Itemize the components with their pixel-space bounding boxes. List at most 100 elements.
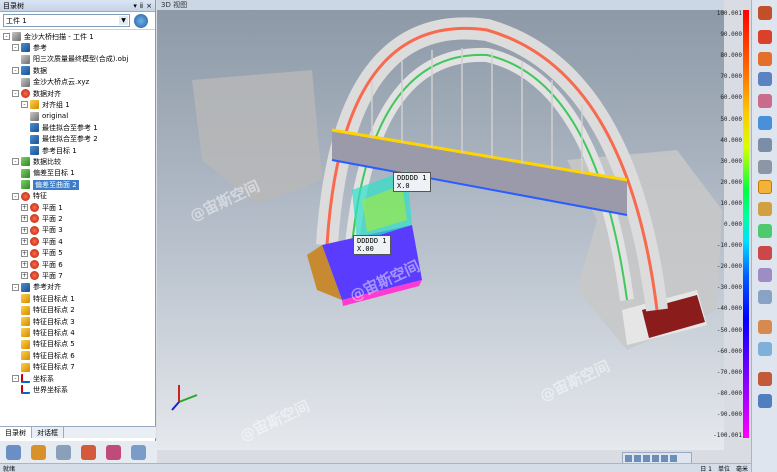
- tree-item[interactable]: - 数据: [12, 65, 47, 76]
- part-select[interactable]: 工件 1 ▼: [3, 14, 130, 27]
- tree-item[interactable]: original: [30, 111, 68, 122]
- collapse-icon[interactable]: -: [12, 375, 19, 382]
- collapse-icon[interactable]: -: [12, 158, 19, 166]
- tree-item[interactable]: 特征目标点 1: [21, 293, 75, 304]
- tree-item[interactable]: 特征目标点 7: [21, 362, 75, 373]
- 3d-canvas[interactable]: DDDDD 1 X.0 DDDDD 1 X.00 @宙斯空间 @宙斯空间 @宙斯…: [157, 10, 724, 450]
- scale-tick-label: 10.000: [720, 199, 742, 207]
- tree-item[interactable]: + 平面 1: [21, 202, 63, 213]
- tree-item[interactable]: + 平面 2: [21, 213, 63, 224]
- tree-item[interactable]: 特征目标点 4: [21, 327, 75, 338]
- measure-icon[interactable]: [758, 30, 772, 44]
- select-icon[interactable]: [6, 444, 21, 460]
- tree-item[interactable]: 特征目标点 3: [21, 316, 75, 327]
- tree-item[interactable]: 偏差至曲面 2: [21, 179, 79, 190]
- expand-icon[interactable]: +: [21, 226, 28, 234]
- tree-item[interactable]: + 平面 3: [21, 225, 63, 236]
- pin-icon[interactable]: ▾: [133, 2, 137, 10]
- view-top-icon[interactable]: [634, 454, 641, 462]
- collapse-icon[interactable]: -: [12, 90, 19, 97]
- collapse-icon[interactable]: -: [12, 283, 19, 291]
- expand-icon[interactable]: +: [21, 261, 28, 268]
- expand-icon[interactable]: +: [21, 272, 28, 280]
- probe-icon[interactable]: [758, 268, 772, 282]
- tree-node-icon: [21, 282, 30, 292]
- expand-icon[interactable]: +: [21, 215, 28, 223]
- expand-icon[interactable]: +: [21, 204, 28, 211]
- report-icon[interactable]: [758, 160, 772, 174]
- expand-icon[interactable]: +: [21, 249, 28, 257]
- tree-item[interactable]: 阳三次质量最终模型(合成).obj: [21, 54, 128, 65]
- expand-icon[interactable]: +: [21, 238, 28, 246]
- scale-tick-label: 60.000: [720, 94, 742, 102]
- bar-chart-icon[interactable]: [758, 202, 772, 216]
- dock-icon[interactable]: ⅱ: [140, 2, 143, 10]
- status-unit: 毫米: [735, 465, 748, 472]
- tree-item[interactable]: 偏差至目标 1: [21, 168, 75, 179]
- view-front-icon[interactable]: [625, 454, 632, 462]
- tool-a-icon[interactable]: [81, 444, 96, 460]
- tree-item[interactable]: + 平面 6: [21, 259, 63, 270]
- scale-icon[interactable]: [758, 290, 772, 304]
- view-iso-icon[interactable]: [652, 454, 659, 462]
- paint-icon[interactable]: [31, 444, 46, 460]
- gradient-icon[interactable]: [758, 224, 772, 238]
- zoom-fit-icon[interactable]: [661, 454, 668, 462]
- view-side-icon[interactable]: [643, 454, 650, 462]
- tree-item[interactable]: - 数据对齐: [12, 88, 61, 99]
- section-icon[interactable]: [758, 116, 772, 130]
- tree-item[interactable]: 金沙大桥点云.xyz: [21, 77, 89, 88]
- tree-item[interactable]: - 坐标系: [12, 373, 54, 384]
- tree-item-label: 平面 3: [42, 226, 63, 235]
- color-map-icon[interactable]: [758, 180, 772, 194]
- tree-item[interactable]: 最佳拟合至参考 1: [30, 122, 98, 133]
- tree-item[interactable]: - 参考: [12, 42, 47, 53]
- tree-item[interactable]: 最佳拟合至参考 2: [30, 134, 98, 145]
- tool-c-icon[interactable]: [131, 444, 146, 460]
- close-icon[interactable]: ×: [146, 2, 152, 10]
- view-icon[interactable]: [758, 342, 772, 356]
- globe-icon[interactable]: [134, 13, 148, 28]
- model-tree-panel: 目录树 ▾ ⅱ × 工件 1 ▼ - 金沙大桥扫描 - 工件 1- 参考 阳三次质量最…: [0, 0, 156, 441]
- filter-icon[interactable]: [56, 444, 71, 460]
- point-icon[interactable]: [758, 246, 772, 260]
- tree-item-label: 偏差至曲面 2: [33, 179, 79, 190]
- tree-item[interactable]: 特征目标点 6: [21, 350, 75, 361]
- tree-item[interactable]: - 特征: [12, 191, 47, 202]
- annotate-icon[interactable]: [758, 138, 772, 152]
- collapse-icon[interactable]: -: [21, 101, 28, 109]
- tool-b-icon[interactable]: [106, 444, 121, 460]
- export-icon[interactable]: [758, 394, 772, 408]
- tree-item-label: 特征目标点 3: [33, 317, 75, 326]
- collapse-icon[interactable]: -: [12, 44, 19, 52]
- capture-icon[interactable]: [758, 372, 772, 386]
- tree-item[interactable]: - 金沙大桥扫描 - 工件 1: [3, 31, 94, 42]
- chevron-down-icon[interactable]: ▼: [119, 16, 128, 25]
- tree-item[interactable]: - 参考对齐: [12, 282, 61, 293]
- callout-2[interactable]: DDDDD 1 X.00: [353, 235, 391, 255]
- tree-item[interactable]: 世界坐标系: [21, 384, 68, 395]
- feature-icon[interactable]: [758, 94, 772, 108]
- tree-item-label: 最佳拟合至参考 2: [42, 135, 98, 144]
- collapse-icon[interactable]: -: [12, 192, 19, 200]
- tree-item[interactable]: + 平面 7: [21, 270, 63, 281]
- tree-item[interactable]: 参考目标 1: [30, 145, 77, 156]
- tree-item-label: 对齐组 1: [42, 100, 70, 109]
- close-panel-icon[interactable]: [758, 6, 772, 20]
- callout-1[interactable]: DDDDD 1 X.0: [393, 172, 431, 192]
- tree-item[interactable]: 特征目标点 2: [21, 305, 75, 316]
- rotate-icon[interactable]: [670, 454, 677, 462]
- collapse-icon[interactable]: -: [12, 67, 19, 75]
- tree-item[interactable]: + 平面 4: [21, 236, 63, 247]
- tree-item[interactable]: + 平面 5: [21, 248, 63, 259]
- dimension-icon[interactable]: [758, 320, 772, 334]
- tree-item[interactable]: 特征目标点 5: [21, 339, 75, 350]
- tree-item[interactable]: - 对齐组 1: [21, 99, 70, 110]
- tab-tree[interactable]: 目录树: [0, 427, 32, 438]
- tree-item[interactable]: - 数据比较: [12, 156, 61, 167]
- align-icon[interactable]: [758, 72, 772, 86]
- collapse-icon[interactable]: -: [3, 33, 10, 40]
- tab-dialog[interactable]: 对话框: [32, 427, 64, 438]
- compare-icon[interactable]: [758, 52, 772, 66]
- tree-node-icon: [30, 111, 39, 121]
